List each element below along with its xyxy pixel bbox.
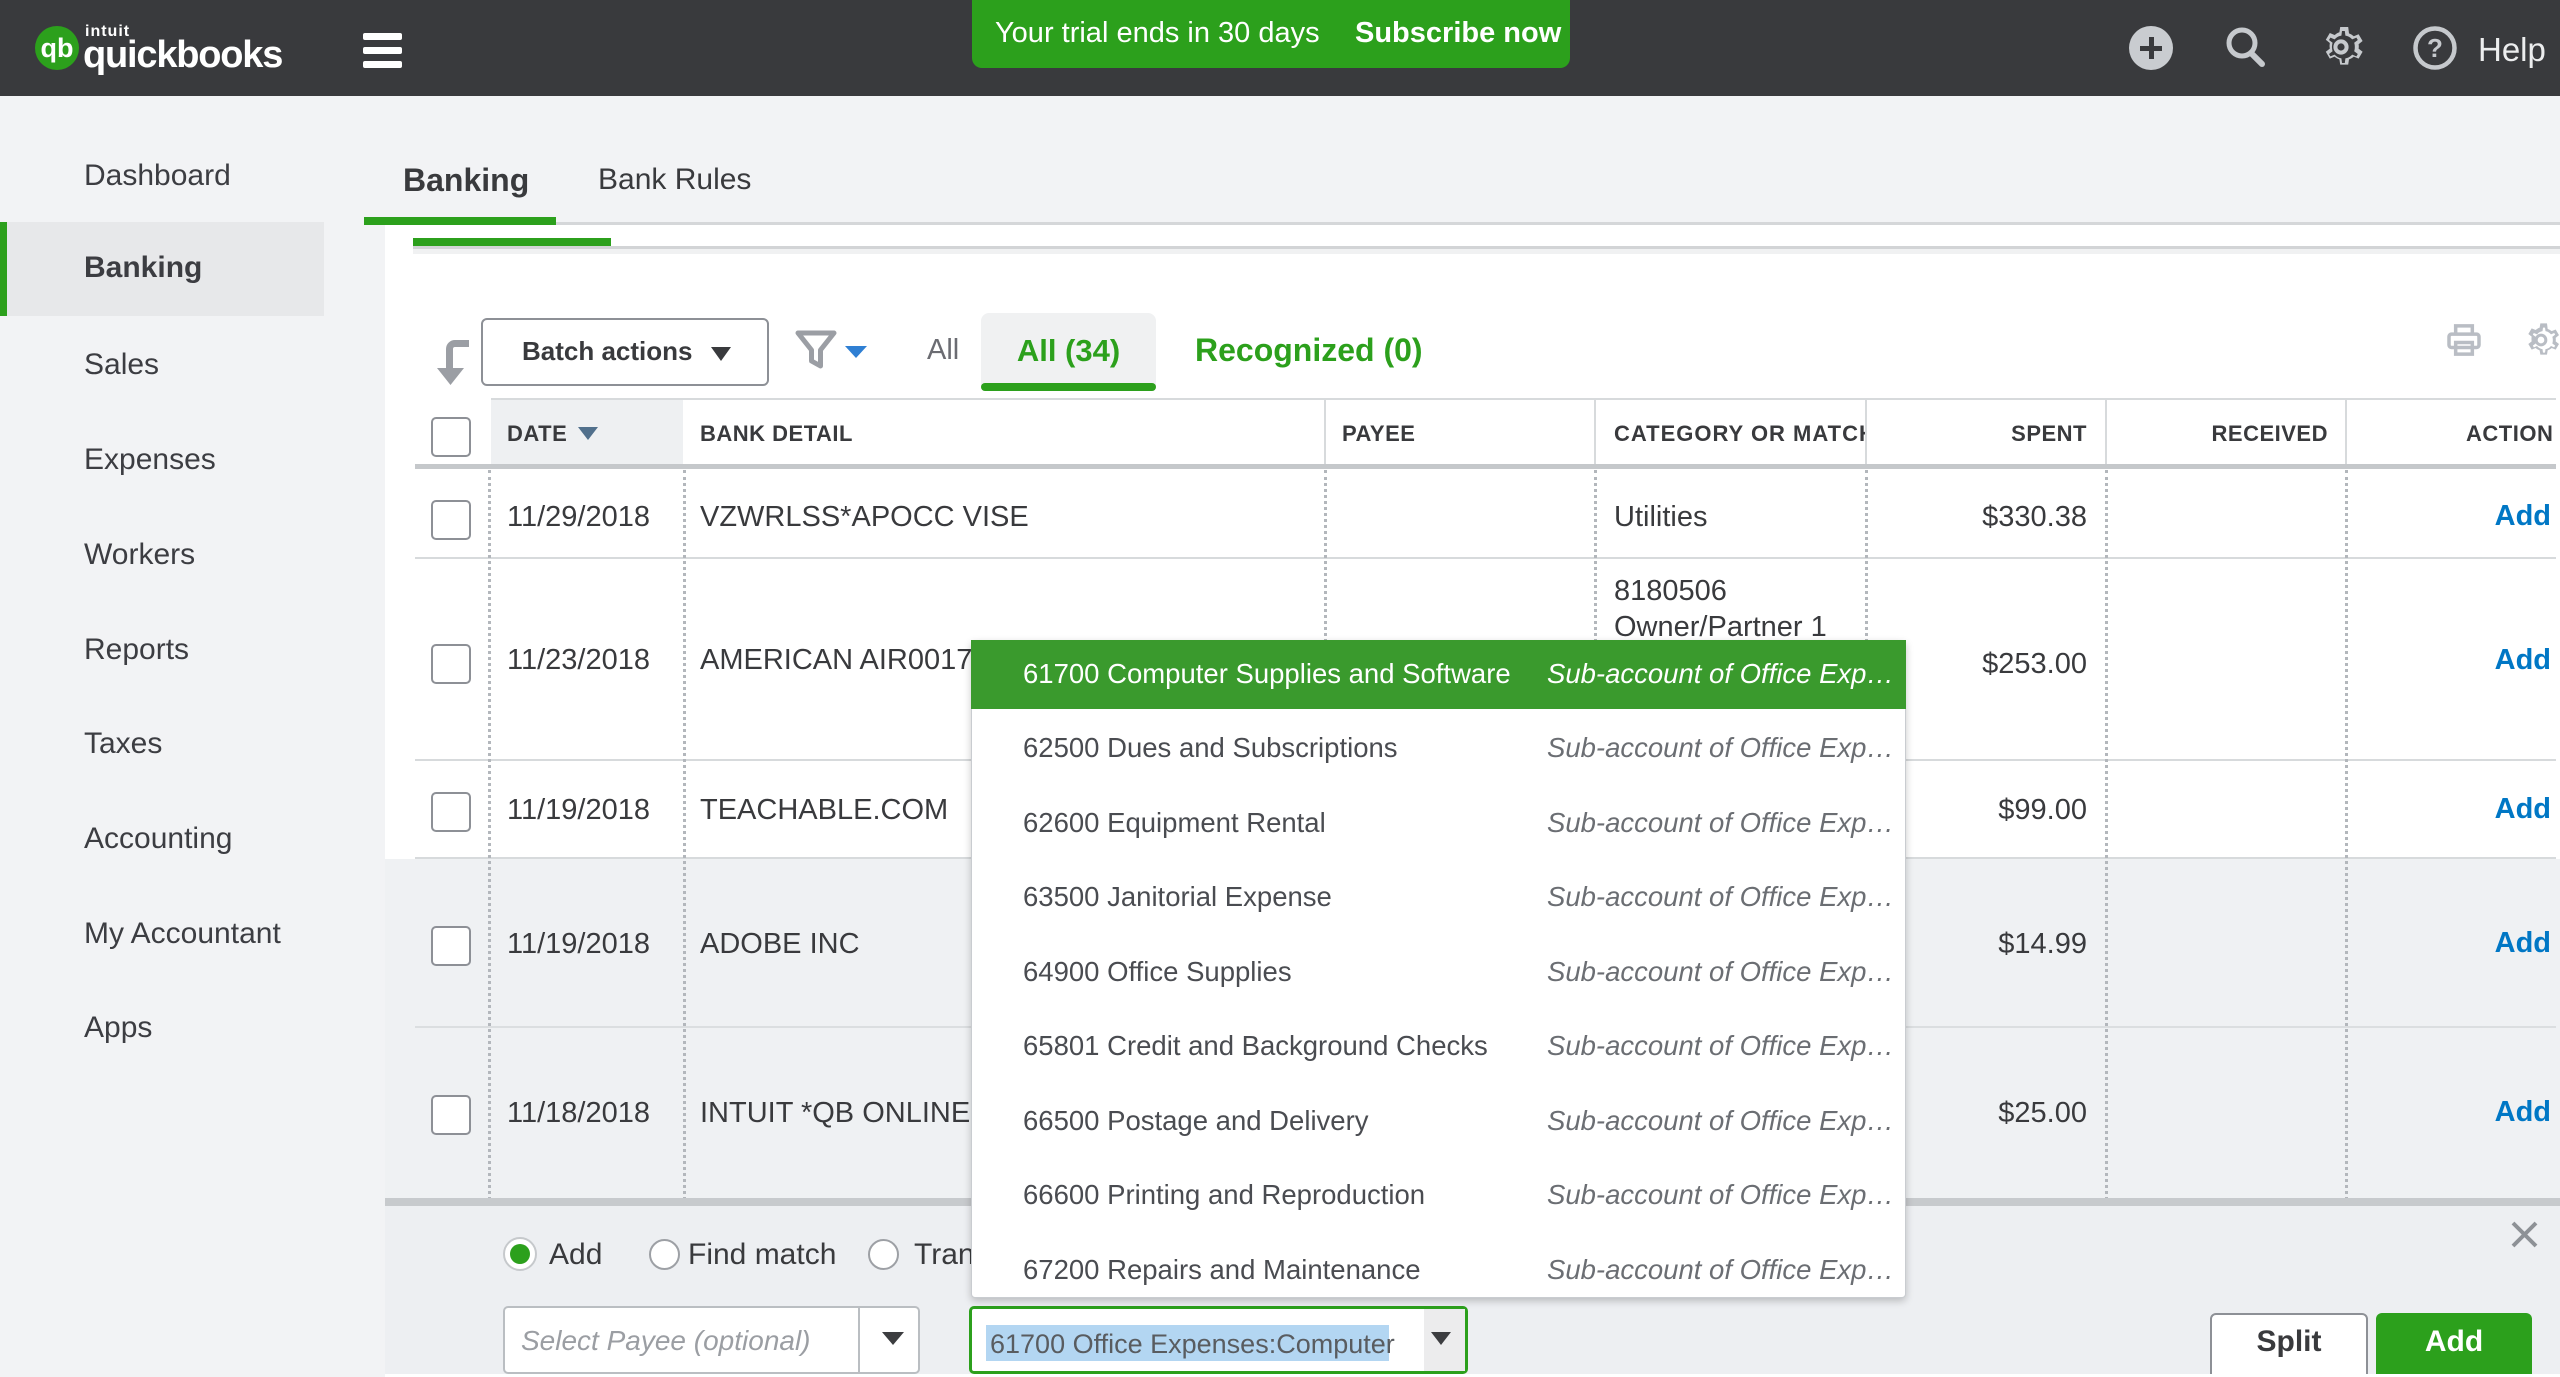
svg-text:?: ? (2427, 33, 2443, 63)
